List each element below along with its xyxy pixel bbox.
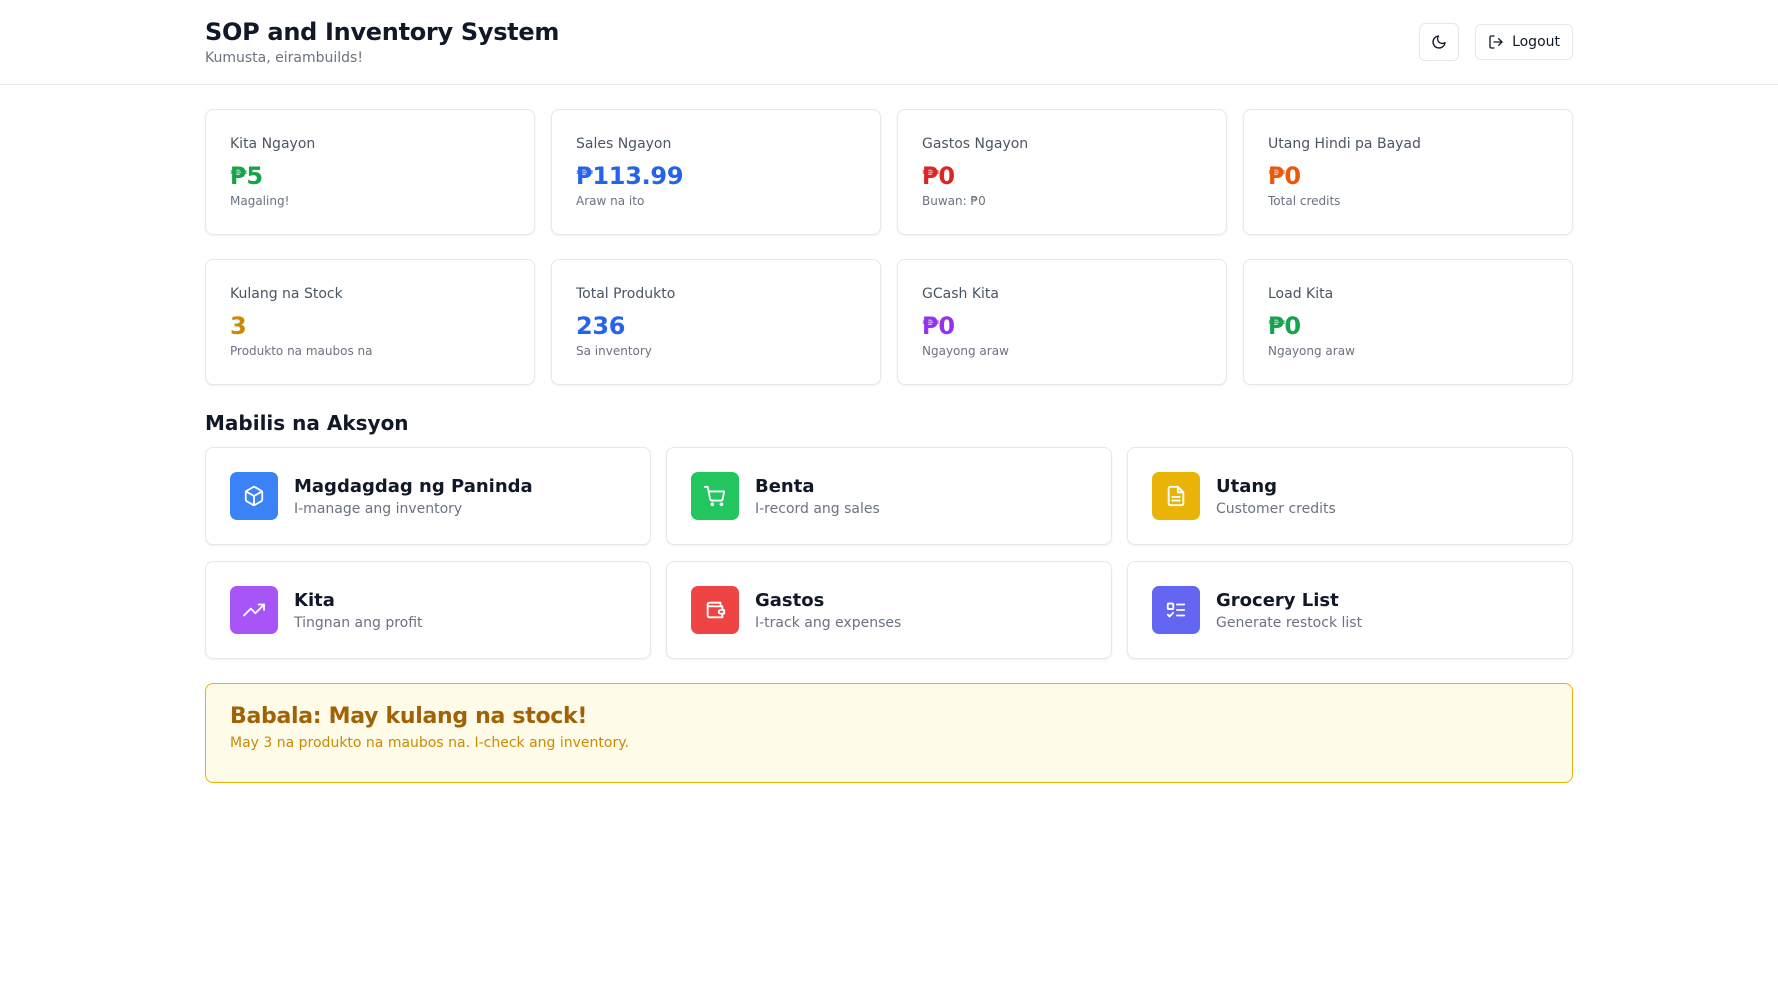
action-title: Kita xyxy=(294,589,335,611)
action-icon-tile xyxy=(691,472,739,520)
alert-title: Babala: May kulang na stock! xyxy=(230,704,588,729)
stat-card-total-produkto: Total Produkto 236 Sa inventory xyxy=(551,259,881,385)
stat-value: ₱0 xyxy=(922,312,955,340)
stat-label: Total Produkto xyxy=(576,286,676,302)
action-icon-tile xyxy=(230,472,278,520)
stat-value: ₱113.99 xyxy=(576,162,684,190)
stat-note: Total credits xyxy=(1268,194,1341,208)
greeting-text: Kumusta, eirambuilds! xyxy=(205,50,363,66)
action-title: Gastos xyxy=(755,589,825,611)
action-icon-tile xyxy=(1152,472,1200,520)
stat-label: Sales Ngayon xyxy=(576,136,672,152)
wallet-icon xyxy=(706,601,726,619)
action-title: Benta xyxy=(755,475,815,497)
header-actions: Logout xyxy=(1419,23,1573,61)
stat-note: Magaling! xyxy=(230,194,290,208)
action-icon-tile xyxy=(1152,586,1200,634)
stat-value: ₱0 xyxy=(1268,312,1301,340)
stat-note: Ngayong araw xyxy=(1268,344,1355,358)
section-title-quick-actions: Mabilis na Aksyon xyxy=(205,411,409,435)
theme-toggle-button[interactable] xyxy=(1419,23,1460,61)
stats-grid: Kita Ngayon ₱5 Magaling! Sales Ngayon ₱1… xyxy=(205,109,1573,385)
action-card-utang[interactable]: Utang Customer credits xyxy=(1127,447,1573,545)
stat-card-gastos-ngayon: Gastos Ngayon ₱0 Buwan: ₱0 xyxy=(897,109,1227,235)
logout-label: Logout xyxy=(1512,34,1560,50)
checklist-icon xyxy=(1166,602,1186,618)
stat-label: Utang Hindi pa Bayad xyxy=(1268,136,1421,152)
stat-label: Kulang na Stock xyxy=(230,286,343,302)
action-card-kita[interactable]: Kita Tingnan ang profit xyxy=(205,561,651,659)
page-title: SOP and Inventory System xyxy=(205,18,560,46)
action-card-benta[interactable]: Benta I-record ang sales xyxy=(666,447,1112,545)
stat-card-sales-ngayon: Sales Ngayon ₱113.99 Araw na ito xyxy=(551,109,881,235)
action-desc: I-track ang expenses xyxy=(755,614,902,631)
stat-note: Ngayong araw xyxy=(922,344,1009,358)
action-title: Grocery List xyxy=(1216,589,1339,611)
document-icon xyxy=(1167,485,1185,507)
action-desc: Generate restock list xyxy=(1216,614,1363,631)
stat-value: ₱0 xyxy=(1268,162,1301,190)
app-header: SOP and Inventory System Kumusta, eiramb… xyxy=(0,0,1778,85)
action-title: Utang xyxy=(1216,475,1278,497)
action-icon-tile xyxy=(691,586,739,634)
cart-icon xyxy=(704,485,726,507)
stat-card-gcash-kita: GCash Kita ₱0 Ngayong araw xyxy=(897,259,1227,385)
stat-note: Buwan: ₱0 xyxy=(922,194,986,208)
stat-card-utang: Utang Hindi pa Bayad ₱0 Total credits xyxy=(1243,109,1573,235)
stat-label: GCash Kita xyxy=(922,286,999,302)
low-stock-alert: Babala: May kulang na stock! May 3 na pr… xyxy=(205,683,1573,783)
logout-icon xyxy=(1489,35,1503,49)
stat-value: ₱0 xyxy=(922,162,955,190)
stat-label: Load Kita xyxy=(1268,286,1334,302)
action-desc: Customer credits xyxy=(1216,500,1336,517)
stat-label: Gastos Ngayon xyxy=(922,136,1029,152)
stat-note: Araw na ito xyxy=(576,194,645,208)
stat-value: 236 xyxy=(576,312,626,340)
stat-note: Produkto na maubos na xyxy=(230,344,373,358)
alert-text: May 3 na produkto na maubos na. I-check … xyxy=(230,735,629,751)
logout-button[interactable]: Logout xyxy=(1475,24,1573,60)
action-card-add-product[interactable]: Magdagdag ng Paninda I-manage ang invent… xyxy=(205,447,651,545)
header-titles: SOP and Inventory System Kumusta, eiramb… xyxy=(205,18,559,66)
action-desc: I-manage ang inventory xyxy=(294,500,463,517)
stat-card-load-kita: Load Kita ₱0 Ngayong araw xyxy=(1243,259,1573,385)
stat-value: ₱5 xyxy=(230,162,263,190)
stat-label: Kita Ngayon xyxy=(230,136,316,152)
quick-actions-grid: Magdagdag ng Paninda I-manage ang invent… xyxy=(205,447,1573,659)
action-desc: I-record ang sales xyxy=(755,500,880,517)
action-icon-tile xyxy=(230,586,278,634)
action-title: Magdagdag ng Paninda xyxy=(294,475,533,497)
stat-card-kita-ngayon: Kita Ngayon ₱5 Magaling! xyxy=(205,109,535,235)
box-icon xyxy=(244,485,264,507)
action-desc: Tingnan ang profit xyxy=(294,614,423,631)
action-card-gastos[interactable]: Gastos I-track ang expenses xyxy=(666,561,1112,659)
stat-card-kulang-stock: Kulang na Stock 3 Produkto na maubos na xyxy=(205,259,535,385)
moon-icon xyxy=(1432,35,1446,49)
dashboard-main: Kita Ngayon ₱5 Magaling! Sales Ngayon ₱1… xyxy=(205,109,1573,783)
action-card-grocery-list[interactable]: Grocery List Generate restock list xyxy=(1127,561,1573,659)
stat-value: 3 xyxy=(230,312,247,340)
stat-note: Sa inventory xyxy=(576,344,652,358)
trending-up-icon xyxy=(243,603,265,617)
